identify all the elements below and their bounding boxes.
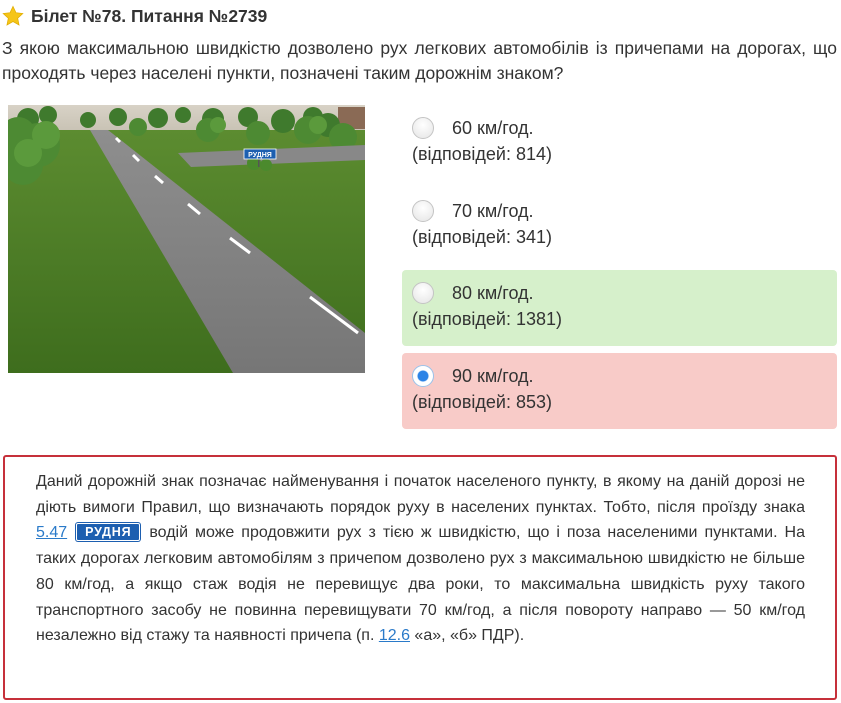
answer-option-70[interactable]: 70 км/год. (відповідей: 341) [402, 188, 837, 264]
answer-option-60[interactable]: 60 км/год. (відповідей: 814) [402, 105, 837, 181]
answer-option-90[interactable]: 90 км/год. (відповідей: 853) [402, 353, 837, 429]
answer-count: (відповідей: 1381) [412, 309, 562, 329]
question-image: РУДНЯ [8, 105, 365, 373]
ticket-title: Білет №78. Питання №2739 [31, 5, 268, 26]
answer-label: 80 км/год. [452, 282, 534, 303]
explanation-text: «а», «б» ПДР). [409, 627, 525, 645]
answer-count: (відповідей: 341) [412, 227, 552, 247]
explanation-box: Даний дорожній знак позначає найменуванн… [3, 455, 837, 700]
settlement-sign-badge: РУДНЯ [76, 523, 141, 542]
answer-radio-selected[interactable] [412, 365, 434, 387]
star-icon[interactable] [2, 5, 24, 27]
answer-label: 70 км/год. [452, 200, 534, 221]
explanation-text: Даний дорожній знак позначає найменуванн… [36, 473, 805, 516]
answer-radio[interactable] [412, 200, 434, 222]
rule-12-6-link[interactable]: 12.6 [379, 627, 410, 644]
answer-radio[interactable] [412, 282, 434, 304]
scene-sign-text: РУДНЯ [248, 152, 272, 159]
ticket-header: Білет №78. Питання №2739 [2, 5, 267, 27]
answer-label: 90 км/год. [452, 365, 534, 386]
sign-5-47-link[interactable]: 5.47 [36, 524, 67, 541]
answer-radio[interactable] [412, 117, 434, 139]
answer-count: (відповідей: 853) [412, 392, 552, 412]
answer-count: (відповідей: 814) [412, 144, 552, 164]
question-text: З якою максимальною швидкістю дозволено … [2, 38, 837, 83]
answer-label: 60 км/год. [452, 117, 534, 138]
answer-option-80[interactable]: 80 км/год. (відповідей: 1381) [402, 270, 837, 346]
